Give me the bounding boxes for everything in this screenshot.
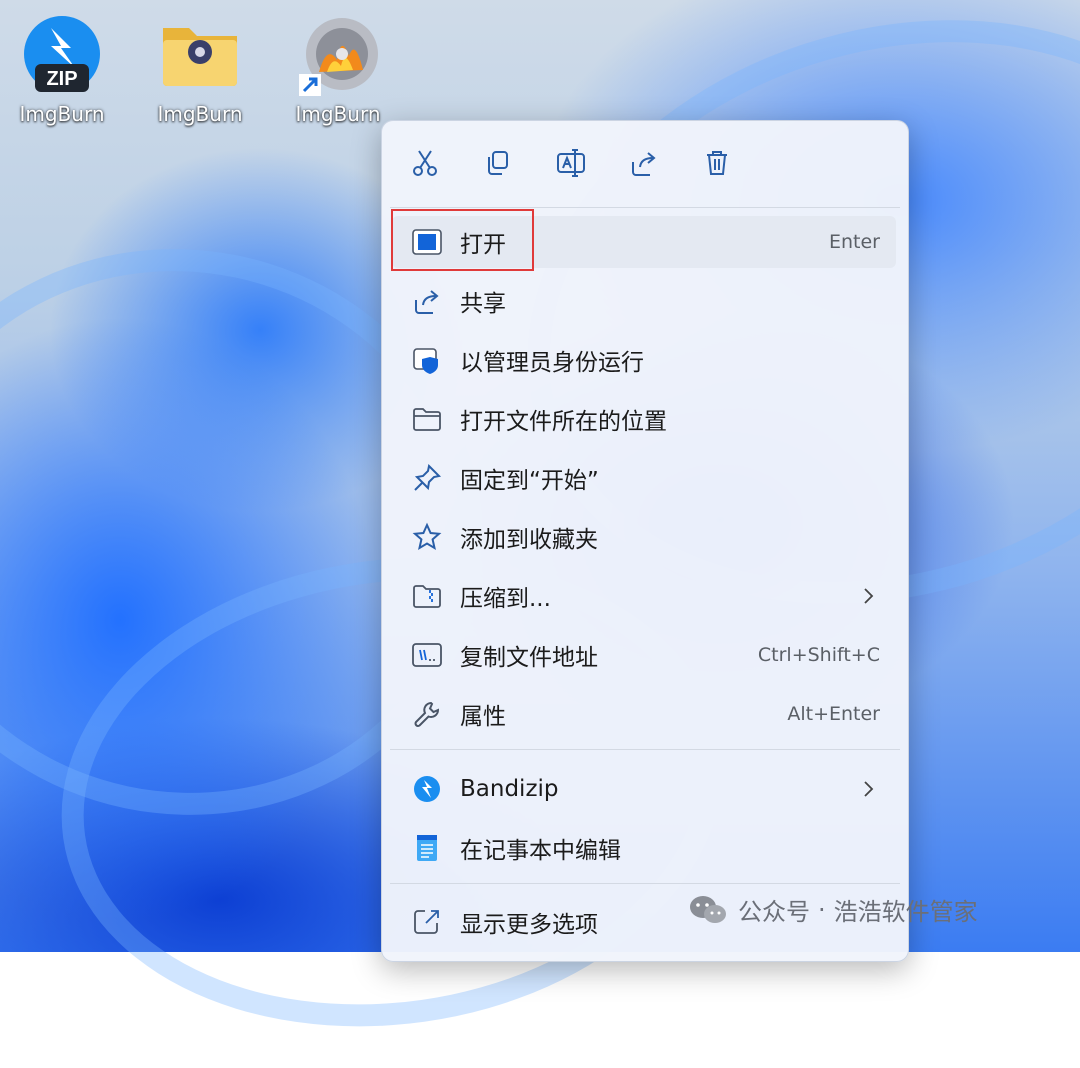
menu-item-label: 压缩到... [460,586,551,612]
menu-item-compress-to[interactable]: 压缩到... [392,570,896,622]
share-icon [632,152,656,176]
wrench-icon [410,697,444,731]
cut-button[interactable] [405,143,445,183]
menu-item-label: Bandizip [460,776,559,802]
menu-separator [390,749,900,750]
menu-item-label: 固定到“开始” [460,468,599,494]
menu-item-share[interactable]: 共享 [392,275,896,327]
delete-button[interactable] [697,143,737,183]
copy-button[interactable] [478,143,518,183]
menu-separator [390,883,900,884]
watermark-brand: 公众号 [738,898,810,926]
context-menu-toolbar [382,121,908,207]
bandizip-icon [410,772,444,806]
folder-icon [159,14,241,96]
zip-file-icon: ZIP [21,14,103,96]
copy-icon [488,151,508,175]
menu-item-run-as-admin[interactable]: 以管理员身份运行 [392,334,896,386]
menu-item-label: 在记事本中编辑 [460,838,621,864]
desktop-icon-folder[interactable]: ImgBurn [150,14,250,126]
more-options-icon [410,905,444,939]
desktop-icon-label: ImgBurn [19,102,105,126]
chevron-right-icon [862,587,874,605]
cut-icon [413,150,437,176]
desktop-icon-zip[interactable]: ZIP ImgBurn [12,14,112,126]
rename-icon [557,149,585,177]
menu-item-properties[interactable]: 属性 Alt+Enter [392,688,896,740]
menu-item-shortcut: Ctrl+Shift+C [757,644,880,666]
desktop-icon-label: ImgBurn [157,102,243,126]
desktop-icon-label: ImgBurn [295,102,381,126]
run-as-admin-icon [410,343,444,377]
menu-item-bandizip[interactable]: Bandizip [392,763,896,815]
menu-item-label: 共享 [460,291,506,317]
folder-icon [410,402,444,436]
copy-path-icon [410,638,444,672]
annotation-highlight-box [391,209,534,271]
zip-badge-text: ZIP [46,68,77,90]
watermark-name: 浩浩软件管家 [833,898,978,926]
watermark-dot: · [818,895,826,924]
menu-item-label: 打开文件所在的位置 [460,409,667,435]
compress-icon [410,579,444,613]
menu-item-edit-in-notepad[interactable]: 在记事本中编辑 [392,822,896,874]
menu-item-label: 属性 [460,704,506,730]
share-button[interactable] [624,143,664,183]
menu-item-shortcut: Alt+Enter [787,703,880,725]
desktop-icon-shortcut[interactable]: ImgBurn [288,14,388,126]
disc-burn-icon [297,14,379,96]
menu-item-copy-as-path[interactable]: 复制文件地址 Ctrl+Shift+C [392,629,896,681]
menu-item-label: 以管理员身份运行 [460,350,644,376]
menu-separator [390,207,900,208]
wechat-icon [690,895,726,923]
rename-button[interactable] [551,143,591,183]
watermark: 公众号 · 浩浩软件管家 [688,892,978,927]
chevron-right-icon [862,780,874,798]
menu-item-open-file-location[interactable]: 打开文件所在的位置 [392,393,896,445]
menu-item-label: 添加到收藏夹 [460,527,598,553]
menu-item-label: 复制文件地址 [460,645,598,671]
menu-item-pin-to-start[interactable]: 固定到“开始” [392,452,896,504]
notepad-icon [410,831,444,865]
share-icon [410,284,444,318]
pin-icon [410,461,444,495]
menu-item-add-to-favorites[interactable]: 添加到收藏夹 [392,511,896,563]
star-icon [410,520,444,554]
delete-icon [707,151,727,175]
menu-item-shortcut: Enter [829,231,880,253]
